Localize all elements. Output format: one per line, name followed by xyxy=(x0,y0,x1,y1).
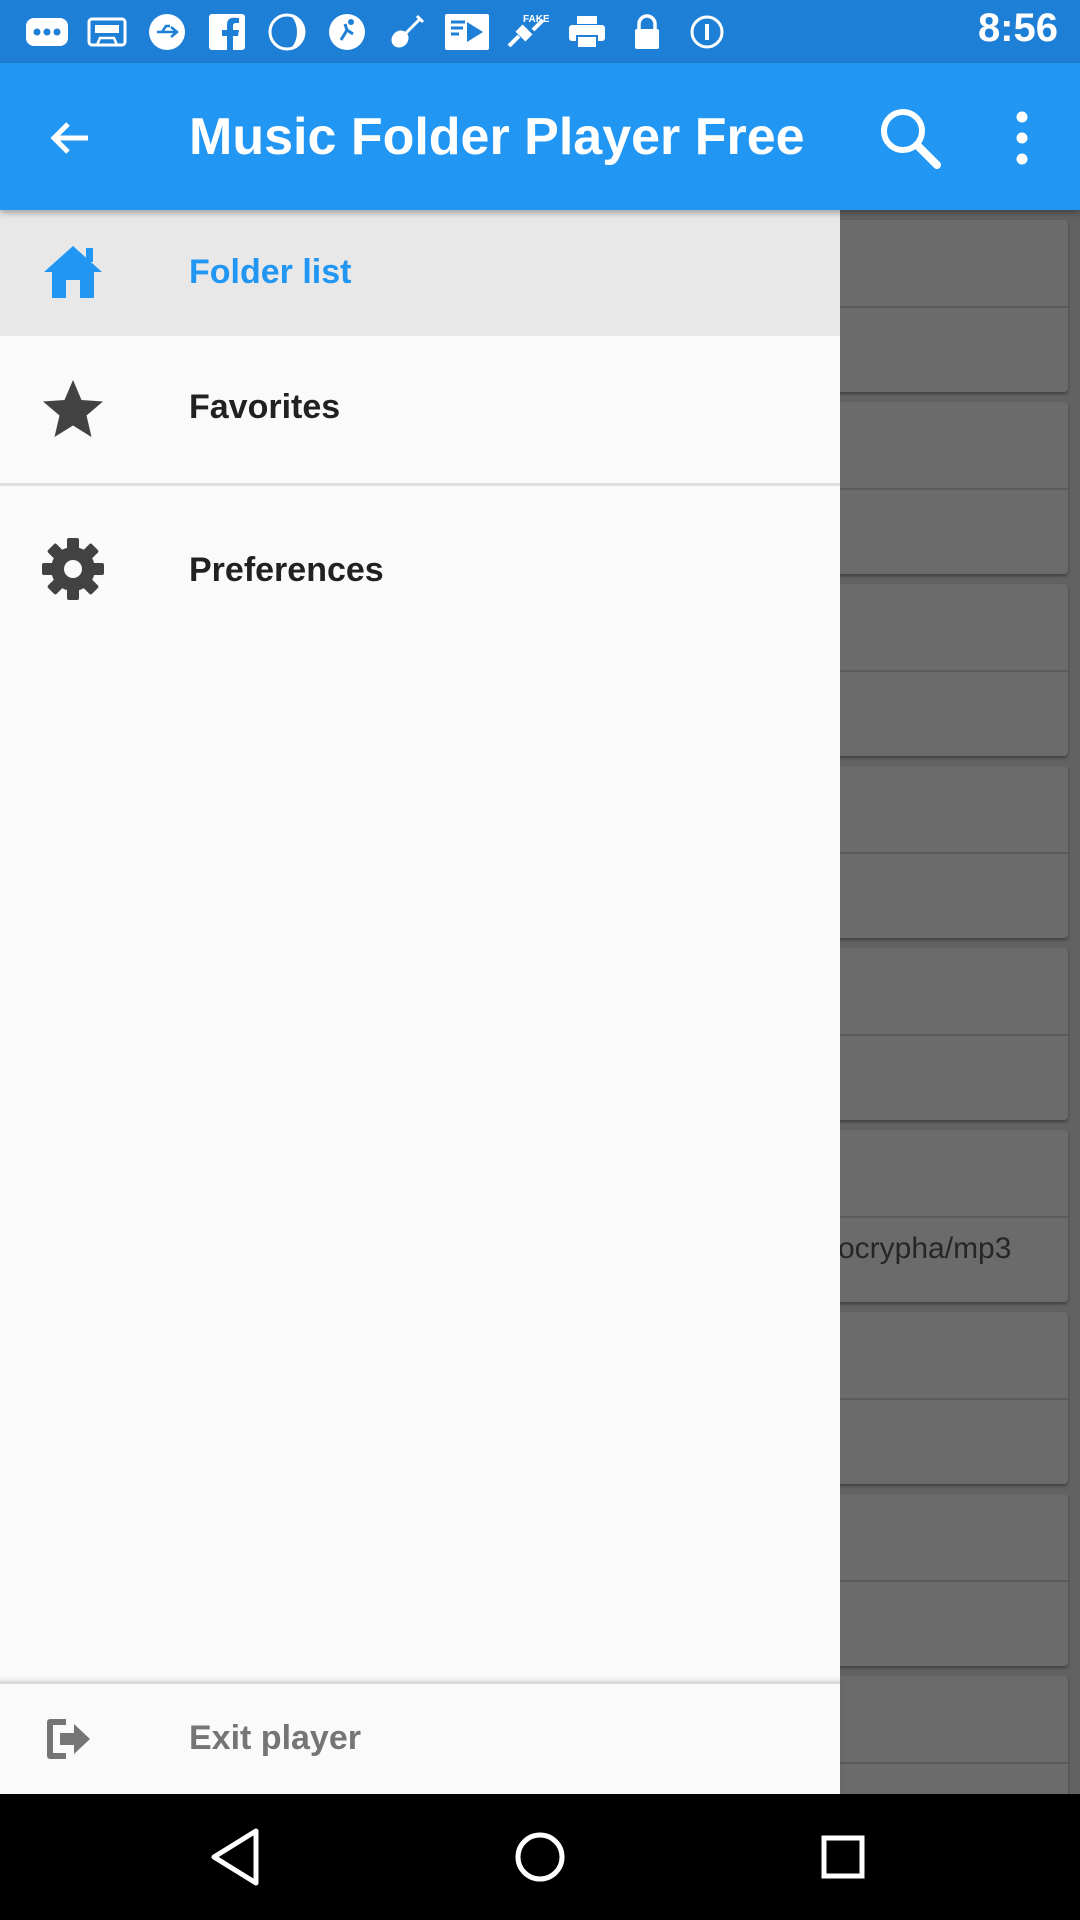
arrow-back-icon[interactable] xyxy=(42,110,98,166)
drawer-item-preferences[interactable]: Preferences xyxy=(0,486,840,636)
navigation-drawer: Folder list Favorites Preferences Exit p… xyxy=(0,210,840,1794)
info-icon xyxy=(684,12,730,52)
drawer-item-label: Preferences xyxy=(189,551,384,589)
drawer-item-label: Favorites xyxy=(189,388,341,426)
drawer-item-favorites[interactable]: Favorites xyxy=(0,336,840,482)
svg-text:FAKE: FAKE xyxy=(523,14,549,25)
drawer-item-label: Folder list xyxy=(189,253,352,291)
media-play-icon xyxy=(444,12,490,52)
drawer-item-label: Exit player xyxy=(189,1719,361,1757)
star-icon xyxy=(40,376,106,442)
violin-icon xyxy=(384,12,430,52)
fake-gps-satellite-icon: FAKE xyxy=(504,12,550,52)
printer-icon xyxy=(564,12,610,52)
status-time: 8:56 xyxy=(977,6,1058,50)
status-bar: FAKE 8:56 xyxy=(0,0,1080,63)
more-dots-icon xyxy=(24,12,70,52)
more-vert-icon[interactable] xyxy=(1000,103,1044,173)
usb-icon xyxy=(144,12,190,52)
home-icon xyxy=(40,240,106,306)
nav-back-icon[interactable] xyxy=(198,1817,278,1897)
background-text-fragment: ocrypha/mp3 xyxy=(838,1232,1012,1265)
half-moon-icon xyxy=(264,12,310,52)
gear-icon xyxy=(40,536,106,602)
app-bar: Music Folder Player Free xyxy=(0,63,1080,210)
facebook-icon xyxy=(204,12,250,52)
exit-icon xyxy=(44,1714,94,1764)
nav-recents-icon[interactable] xyxy=(803,1817,883,1897)
nav-home-icon[interactable] xyxy=(500,1817,580,1897)
search-icon[interactable] xyxy=(875,103,945,173)
app-title: Music Folder Player Free xyxy=(189,108,805,166)
cassette-icon xyxy=(84,12,130,52)
drawer-item-folder-list[interactable]: Folder list xyxy=(0,210,840,336)
drawer-item-exit-player[interactable]: Exit player xyxy=(0,1681,840,1794)
lock-icon xyxy=(624,12,670,52)
skater-icon xyxy=(324,12,370,52)
system-navigation-bar xyxy=(0,1794,1080,1920)
notification-icons: FAKE xyxy=(0,12,730,52)
